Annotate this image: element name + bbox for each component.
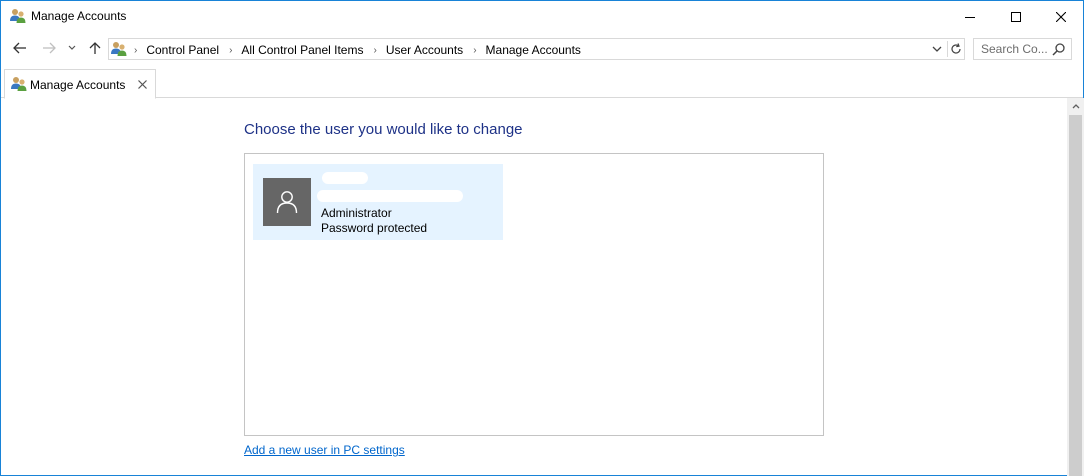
chevron-up-icon [1072,104,1079,109]
user-tile-administrator[interactable]: Administrator Password protected [253,164,503,240]
maximize-button[interactable] [993,1,1039,32]
chevron-down-icon [68,45,76,50]
address-bar[interactable]: › Control Panel › All Control Panel Item… [108,38,965,60]
back-button[interactable] [10,38,30,58]
up-arrow-icon [89,42,101,54]
tab-strip: Manage Accounts [1,69,1083,99]
breadcrumb-separator-icon[interactable]: › [134,45,137,56]
add-new-user-link[interactable]: Add a new user in PC settings [244,443,405,457]
close-icon [137,79,147,89]
close-button[interactable] [1038,1,1084,32]
breadcrumb: › Control Panel › All Control Panel Item… [131,42,581,58]
tab-close-button[interactable] [136,77,148,91]
user-accounts-icon [11,76,27,92]
scroll-thumb[interactable] [1069,115,1082,476]
minimize-button[interactable] [947,1,993,32]
page-title: Choose the user you would like to change [244,121,523,138]
tab-manage-accounts[interactable]: Manage Accounts [4,69,156,99]
vertical-scrollbar[interactable] [1067,98,1084,476]
user-accounts-icon [111,41,127,57]
breadcrumb-separator-icon[interactable]: › [373,45,376,56]
user-status: Password protected [321,221,428,235]
breadcrumb-control-panel[interactable]: Control Panel [146,43,219,57]
address-history-button[interactable] [929,41,945,57]
user-name-redacted [322,172,368,184]
breadcrumb-separator-icon[interactable]: › [229,45,232,56]
chevron-down-icon [932,46,942,52]
close-icon [1056,11,1066,22]
minimize-icon [965,16,975,18]
user-list: Administrator Password protected [244,153,824,436]
back-arrow-icon [13,42,26,54]
title-bar: Manage Accounts [1,1,1083,32]
forward-arrow-icon [43,42,56,54]
tab-label: Manage Accounts [30,78,126,92]
forward-button[interactable] [39,38,59,58]
breadcrumb-manage-accounts[interactable]: Manage Accounts [486,43,581,57]
search-icon[interactable] [1052,42,1066,56]
window-title: Manage Accounts [31,9,127,23]
search-input[interactable] [974,39,1052,59]
breadcrumb-user-accounts[interactable]: User Accounts [386,43,463,57]
up-button[interactable] [85,38,105,58]
refresh-icon [950,43,961,54]
user-accounts-icon [10,8,26,24]
breadcrumb-separator-icon[interactable]: › [473,45,476,56]
breadcrumb-all-control-panel-items[interactable]: All Control Panel Items [241,43,363,57]
navigation-bar: › Control Panel › All Control Panel Item… [1,34,1083,62]
user-role: Administrator [321,206,392,220]
maximize-icon [1011,11,1021,22]
refresh-button[interactable] [947,41,963,57]
avatar [263,178,311,226]
manage-accounts-window: Manage Accounts › Control Panel › All Co… [0,0,1084,476]
search-box[interactable] [973,38,1072,60]
scroll-up-button[interactable] [1067,98,1084,115]
person-icon [276,191,298,214]
user-email-redacted [317,190,463,202]
recent-locations-button[interactable] [65,38,79,58]
